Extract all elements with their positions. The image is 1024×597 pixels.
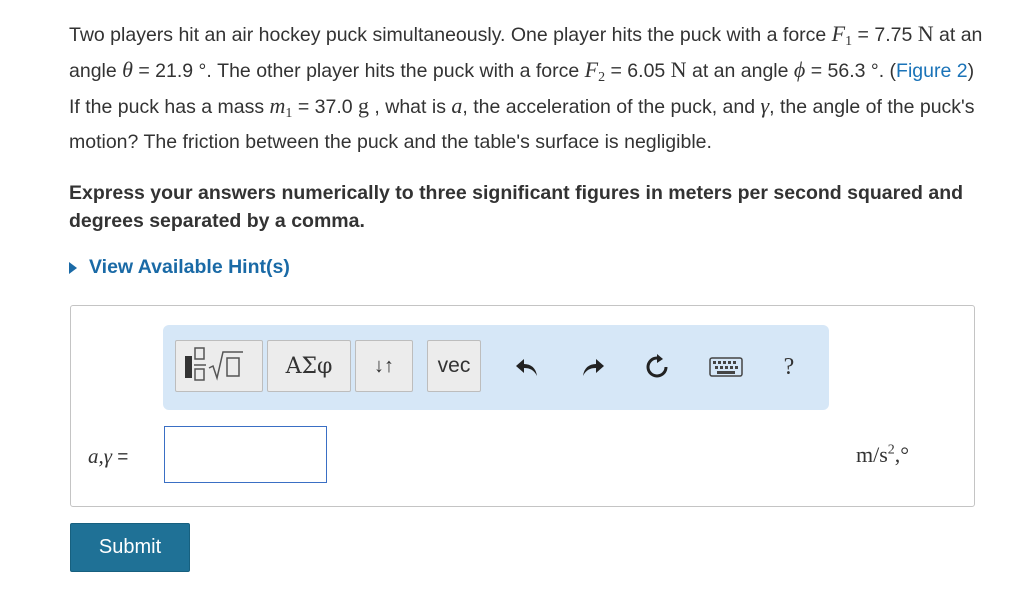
math-toolbar: ΑΣφ ↓↑ vec ? <box>163 325 829 410</box>
answer-units: m/s2,° <box>856 442 910 467</box>
undo-icon[interactable] <box>513 353 541 381</box>
problem-statement: Two players hit an air hockey puck simul… <box>69 21 983 153</box>
templates-button[interactable] <box>175 340 263 392</box>
unit-newton: N <box>917 21 934 46</box>
answer-input[interactable] <box>164 426 327 483</box>
answer-panel: ΑΣφ ↓↑ vec ? a,γ = m/s2,° <box>70 305 975 507</box>
unit-newton: N <box>670 57 687 82</box>
theta-symbol: θ <box>122 57 133 82</box>
acceleration-symbol: a <box>451 93 463 118</box>
problem-text: Two players hit an air hockey puck simul… <box>69 24 832 46</box>
reset-icon[interactable] <box>643 353 671 381</box>
submit-button[interactable]: Submit <box>70 523 190 572</box>
phi-symbol: ϕ <box>793 57 806 82</box>
templates-icon <box>185 347 243 381</box>
hint-label: View Available Hint(s) <box>89 256 290 278</box>
figure-link[interactable]: Figure 2 <box>896 60 968 82</box>
force-2-symbol: F2 <box>584 57 606 85</box>
caret-right-icon <box>69 261 77 274</box>
view-hints-link[interactable]: View Available Hint(s) <box>69 256 290 279</box>
answer-instructions: Express your answers numerically to thre… <box>69 182 964 232</box>
unit-gram: g <box>358 93 369 118</box>
answer-label: a,γ = <box>88 444 129 468</box>
greek-symbols-button[interactable]: ΑΣφ <box>267 340 351 392</box>
redo-icon[interactable] <box>579 353 607 381</box>
gamma-symbol: γ <box>760 93 770 118</box>
help-button[interactable]: ? <box>775 353 803 381</box>
subscript-superscript-button[interactable]: ↓↑ <box>355 340 413 392</box>
mass-symbol: m1 <box>269 93 293 121</box>
vector-button[interactable]: vec <box>427 340 481 392</box>
force-1-symbol: F1 <box>831 21 853 49</box>
keyboard-icon[interactable] <box>708 353 744 381</box>
